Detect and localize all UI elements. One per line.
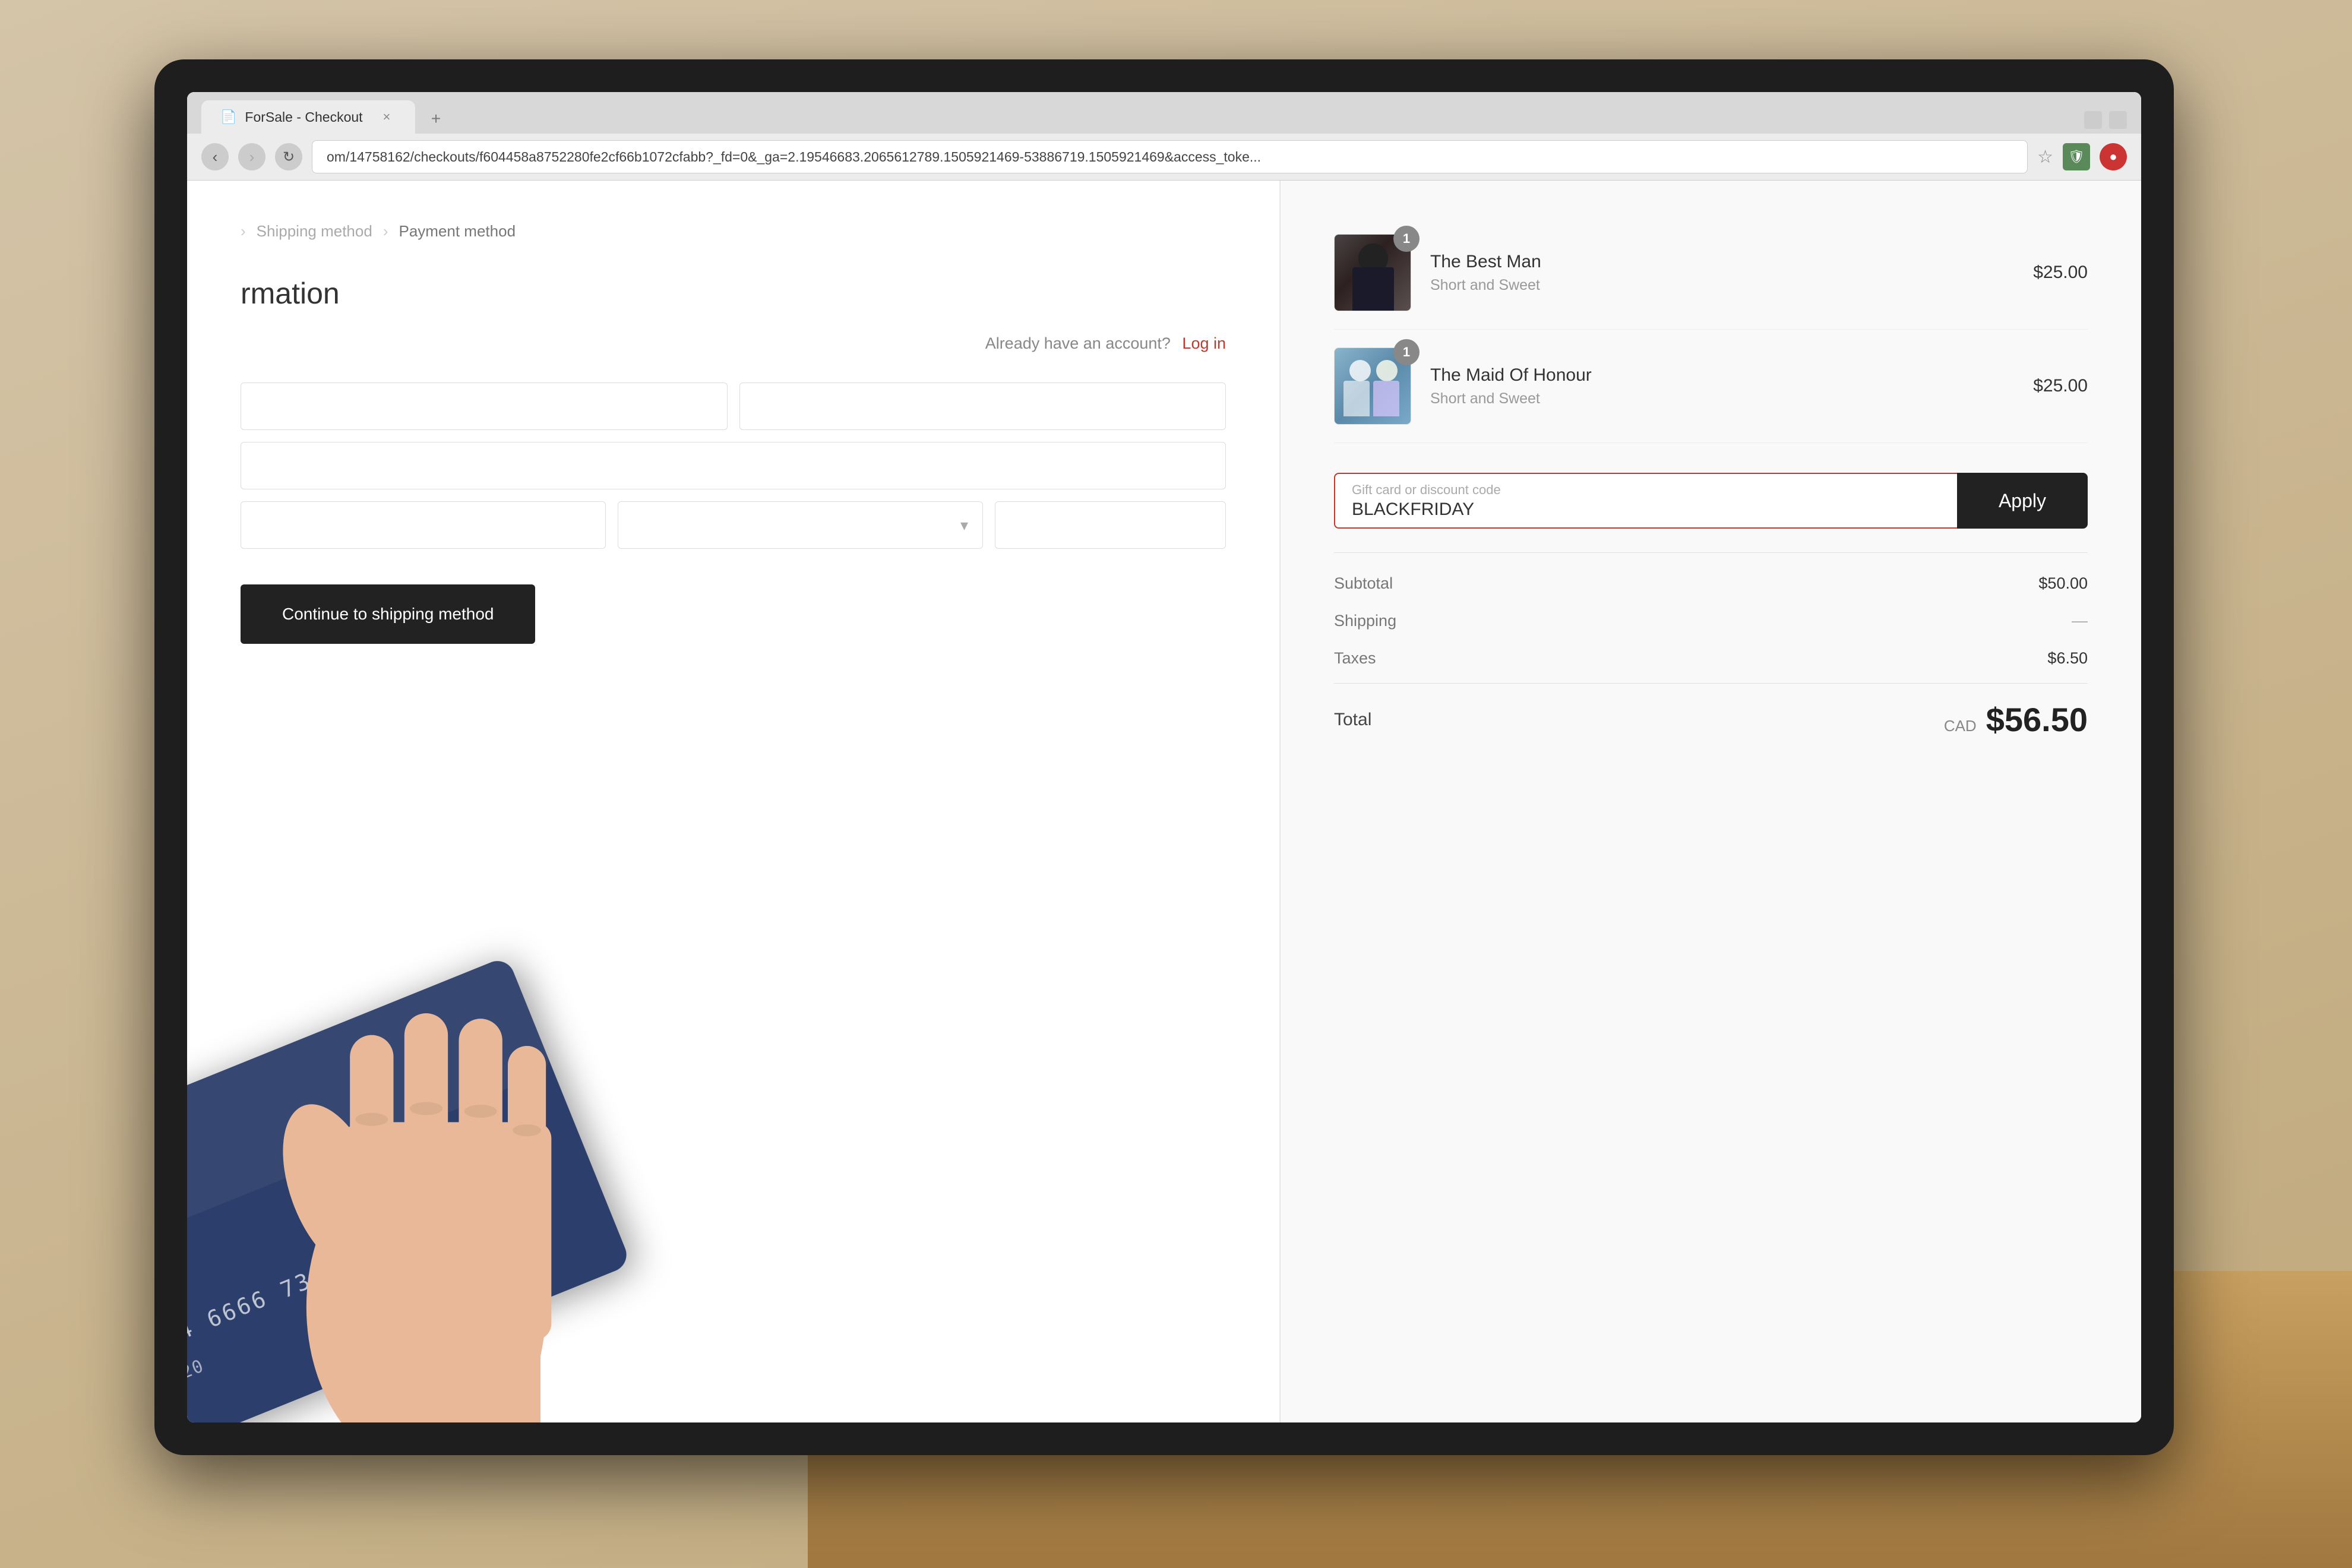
window-minimize-btn[interactable] [2084, 111, 2102, 129]
taxes-value: $6.50 [2047, 649, 2088, 668]
star-btn[interactable]: ☆ [2037, 147, 2053, 167]
item1-subtitle: Short and Sweet [1430, 277, 2014, 294]
order-summary: Subtotal $50.00 Shipping — Taxes $6.50 [1334, 552, 2088, 755]
item2-subtitle: Short and Sweet [1430, 390, 2014, 407]
address-input[interactable] [241, 442, 1226, 489]
total-row: Total CAD $56.50 [1334, 683, 2088, 755]
extension1-btn[interactable]: 🛡 [2063, 143, 2090, 170]
total-value-wrapper: CAD $56.50 [1944, 700, 2088, 739]
section-title: rmation [241, 276, 1226, 311]
item1-info: The Best Man Short and Sweet [1430, 252, 2014, 294]
tab-page-icon: 📄 [220, 109, 236, 125]
item2-name: The Maid Of Honour [1430, 365, 2014, 385]
item2-price: $25.00 [2033, 376, 2088, 396]
nav-refresh-btn[interactable]: ↻ [275, 143, 302, 170]
tab-close-icon[interactable]: × [383, 109, 391, 125]
discount-label: Gift card or discount code [1352, 482, 1501, 498]
total-label: Total [1334, 710, 1371, 730]
first-name-input[interactable] [241, 382, 728, 430]
breadcrumb-shipping[interactable]: Shipping method [257, 222, 372, 241]
hand-illustration [235, 817, 650, 1422]
item1-badge: 1 [1393, 226, 1420, 252]
breadcrumb-arrow: › [241, 222, 246, 241]
extension2-btn[interactable]: ● [2100, 143, 2127, 170]
shipping-label: Shipping [1334, 612, 1396, 630]
subtotal-label: Subtotal [1334, 574, 1393, 593]
browser-chrome: 📄 ForSale - Checkout × + ‹ › ↻ [187, 92, 2141, 181]
shipping-value: — [2072, 612, 2088, 630]
address-bar[interactable]: om/14758162/checkouts/f604458a8752280fe2… [312, 140, 2028, 173]
item2-info: The Maid Of Honour Short and Sweet [1430, 365, 2014, 407]
right-panel: 1 The Best Man Short and Sweet $25.00 [1280, 181, 2141, 1422]
browser-tab[interactable]: 📄 ForSale - Checkout × [201, 100, 415, 134]
browser-toolbar: ‹ › ↻ om/14758162/checkouts/f604458a8752… [187, 134, 2141, 180]
browser-tabs-row: 📄 ForSale - Checkout × + [187, 92, 2141, 134]
laptop-screen: 📄 ForSale - Checkout × + ‹ › ↻ [187, 92, 2141, 1422]
nav-back-btn[interactable]: ‹ [201, 143, 229, 170]
breadcrumb: › Shipping method › Payment method [241, 222, 1226, 241]
total-amount: $56.50 [1986, 700, 2088, 739]
form-row-2 [241, 442, 1226, 489]
page-content: › Shipping method › Payment method rmati… [187, 181, 2141, 1422]
form-row-1 [241, 382, 1226, 430]
continue-shipping-button[interactable]: Continue to shipping method [241, 584, 535, 644]
order-item-2: 1 The Maid Of Honour Short and Sweet $25… [1334, 330, 2088, 443]
shipping-row: Shipping — [1334, 602, 2088, 640]
discount-input-wrapper: Gift card or discount code [1334, 473, 1957, 529]
item1-price: $25.00 [2033, 263, 2088, 283]
subtotal-value: $50.00 [2038, 574, 2088, 593]
item2-image-wrapper: 1 [1334, 347, 1411, 425]
form-section: ▾ [241, 382, 1226, 549]
login-link[interactable]: Log in [1182, 334, 1226, 352]
item1-name: The Best Man [1430, 252, 2014, 272]
subtotal-row: Subtotal $50.00 [1334, 565, 2088, 602]
breadcrumb-sep: › [383, 222, 388, 241]
total-currency: CAD [1944, 717, 1977, 735]
last-name-input[interactable] [739, 382, 1226, 430]
window-maximize-btn[interactable] [2109, 111, 2127, 129]
discount-section: Gift card or discount code Apply [1334, 473, 2088, 529]
postal-input[interactable] [995, 501, 1226, 549]
breadcrumb-payment: Payment method [399, 222, 516, 241]
chevron-down-icon: ▾ [960, 516, 968, 535]
tab-title: ForSale - Checkout [245, 109, 362, 125]
city-input[interactable] [241, 501, 606, 549]
nav-forward-btn[interactable]: › [238, 143, 265, 170]
login-prompt: Already have an account? Log in [241, 334, 1226, 353]
country-select-wrapper: ▾ [618, 501, 983, 549]
order-item-1: 1 The Best Man Short and Sweet $25.00 [1334, 216, 2088, 330]
new-tab-btn[interactable]: + [421, 104, 451, 134]
left-panel: › Shipping method › Payment method rmati… [187, 181, 1280, 1422]
laptop-bezel: 📄 ForSale - Checkout × + ‹ › ↻ [154, 59, 2174, 1455]
item2-badge: 1 [1393, 339, 1420, 365]
item1-image-wrapper: 1 [1334, 234, 1411, 311]
taxes-label: Taxes [1334, 649, 1376, 668]
apply-button[interactable]: Apply [1957, 473, 2088, 529]
taxes-row: Taxes $6.50 [1334, 640, 2088, 677]
form-row-3: ▾ [241, 501, 1226, 549]
